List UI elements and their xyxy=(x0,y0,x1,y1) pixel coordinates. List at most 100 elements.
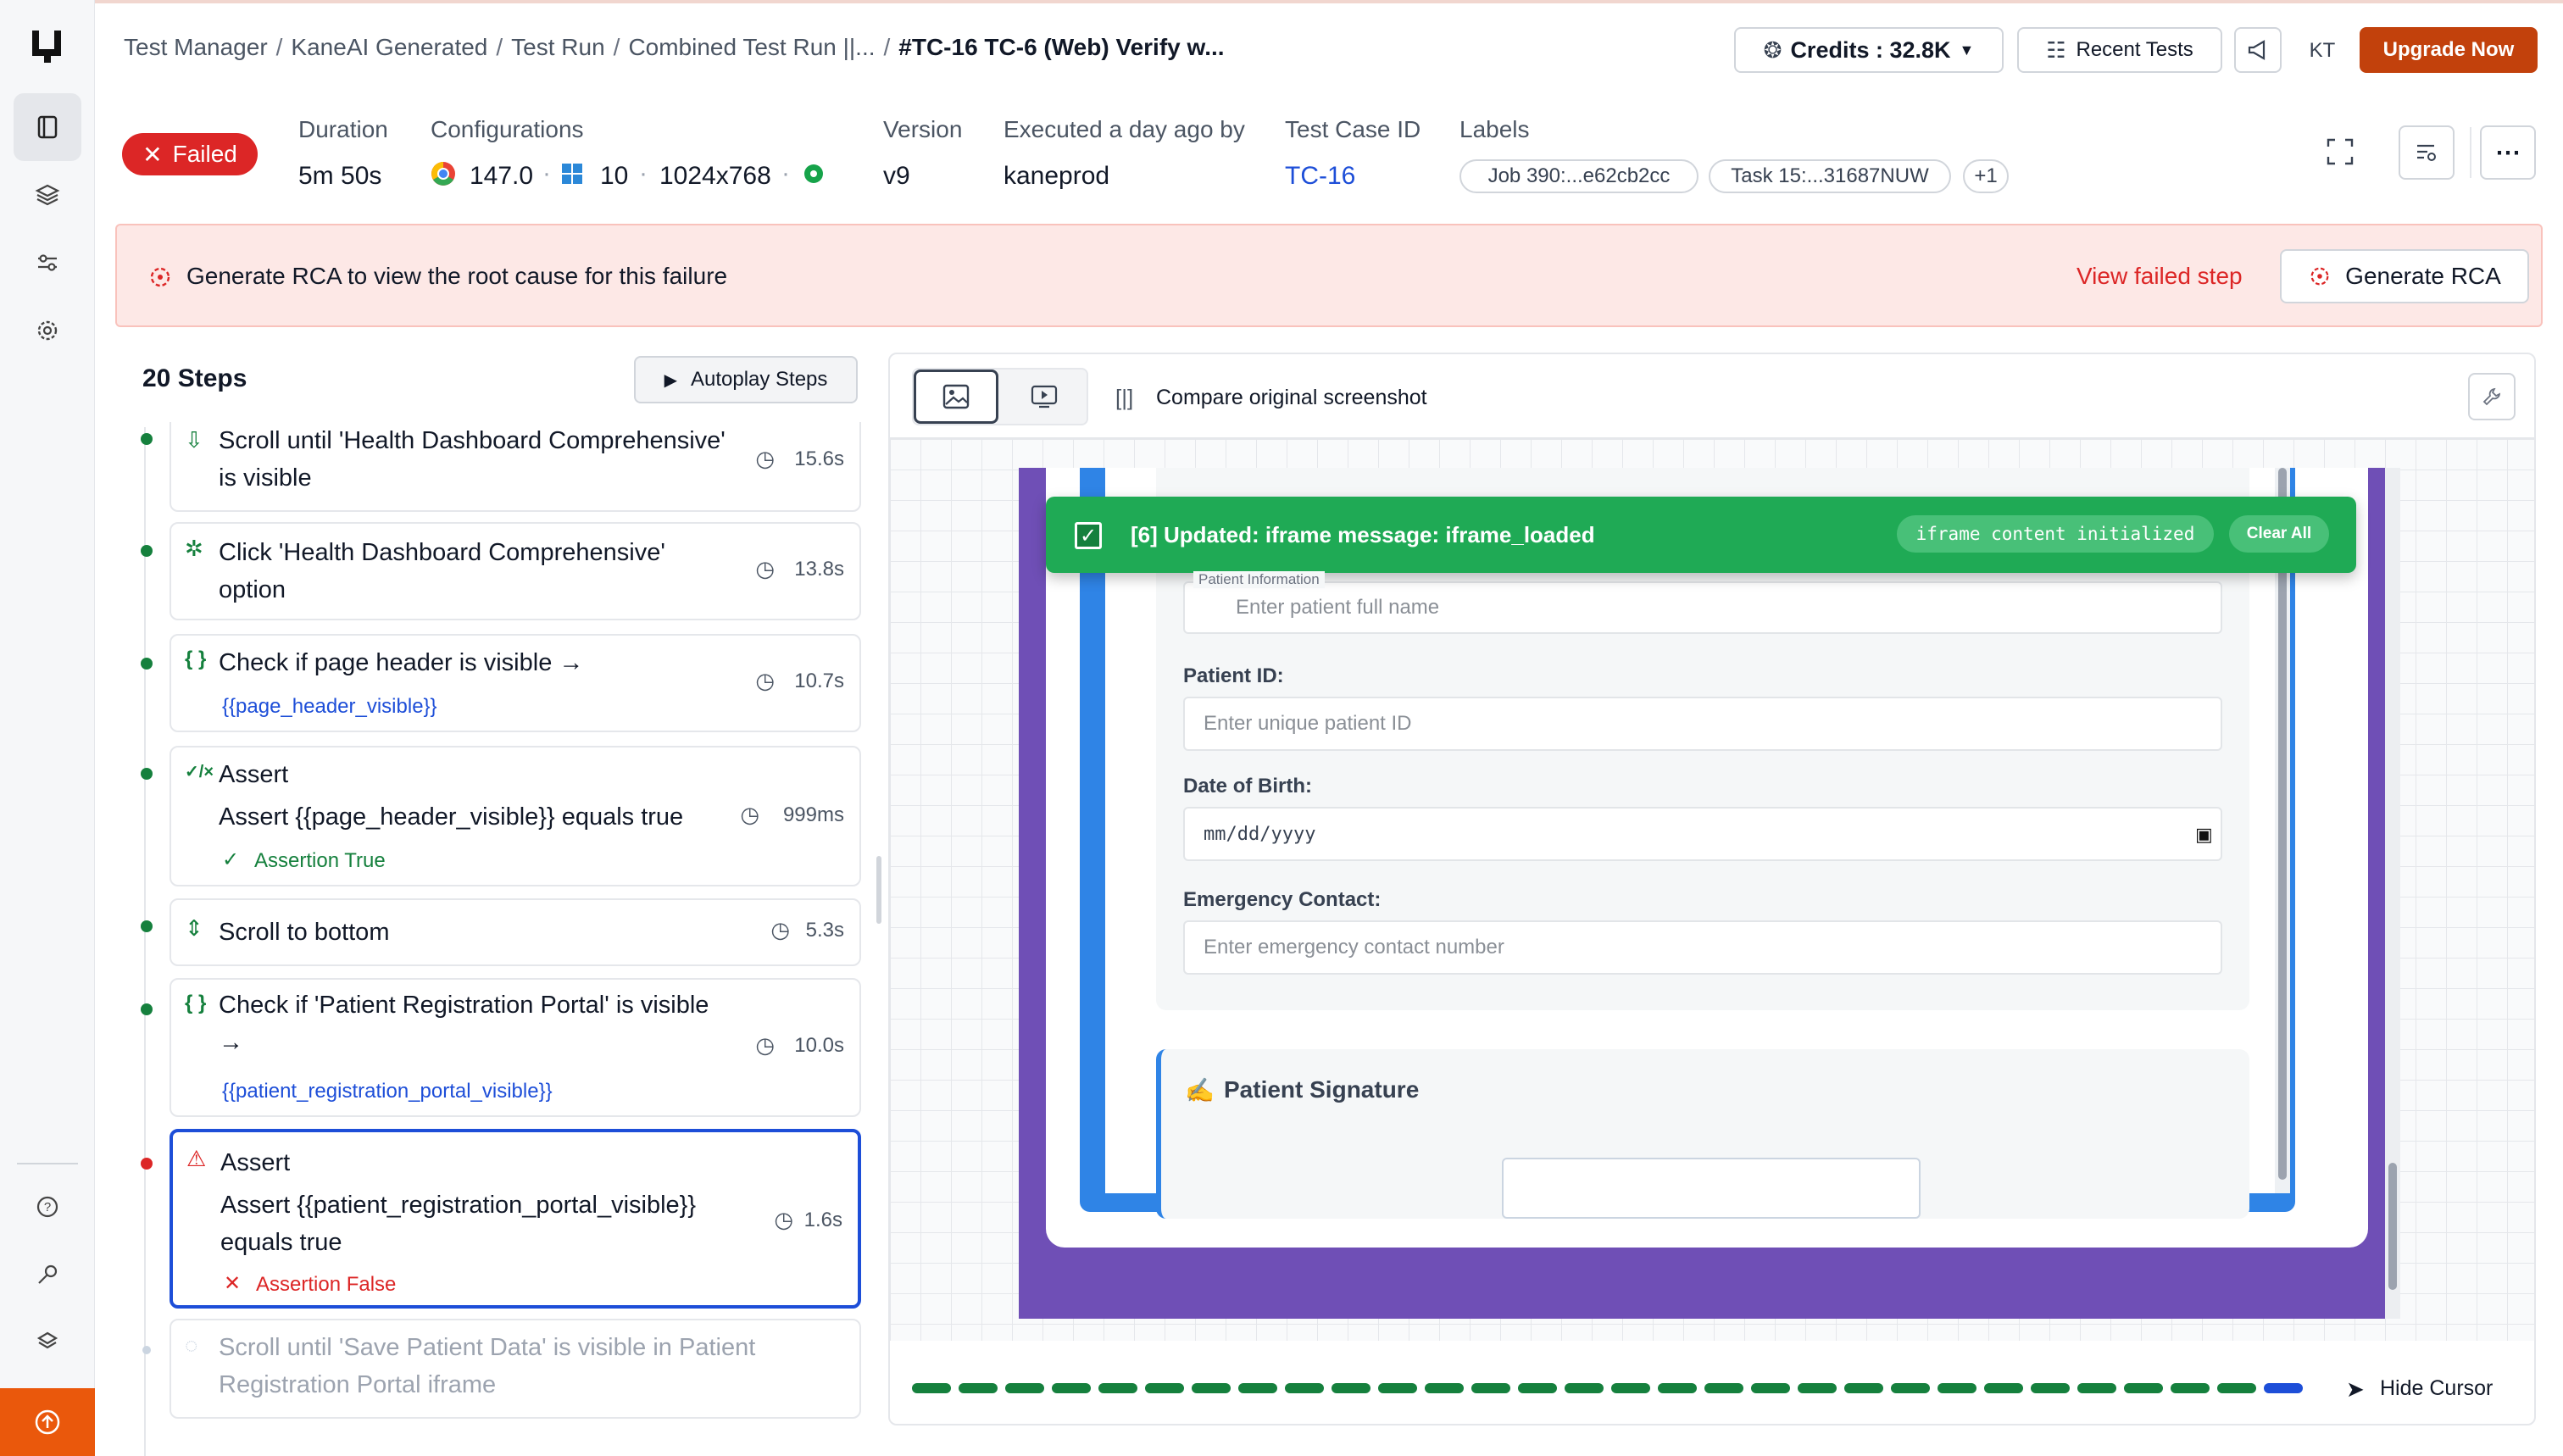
signature-pad[interactable] xyxy=(1502,1158,1921,1219)
clock-icon: ◷ xyxy=(755,556,775,581)
step-text: Scroll until 'Save Patient Data' is visi… xyxy=(219,1334,756,1398)
more-options-icon[interactable]: ⋯ xyxy=(2480,125,2536,180)
upload-icon[interactable] xyxy=(0,1388,95,1456)
chrome-icon xyxy=(431,161,455,186)
progress-segment-done[interactable] xyxy=(1052,1383,1091,1393)
upgrade-button[interactable]: Upgrade Now xyxy=(2360,27,2538,73)
progress-segment-done[interactable] xyxy=(2031,1383,2070,1393)
page-scrollbar[interactable] xyxy=(2385,468,2400,1319)
progress-segment-done[interactable] xyxy=(1332,1383,1370,1393)
progress-segment-done[interactable] xyxy=(1378,1383,1417,1393)
rca-icon xyxy=(2310,267,2329,286)
layers-icon[interactable] xyxy=(14,161,81,229)
assertion-result: Assertion True xyxy=(254,849,386,872)
fullscreen-icon[interactable] xyxy=(2326,137,2355,170)
step-item[interactable]: ✓/× Assert Assert {{page_header_visible}… xyxy=(170,746,861,886)
progress-segment-done[interactable] xyxy=(1565,1383,1604,1393)
progress-segment-done[interactable] xyxy=(1518,1383,1557,1393)
logo-icon[interactable] xyxy=(29,27,66,64)
generate-rca-button[interactable]: Generate RCA xyxy=(2280,249,2529,303)
gear-icon[interactable] xyxy=(14,297,81,364)
panel-resize-handle[interactable] xyxy=(876,856,881,924)
progress-segment-done[interactable] xyxy=(1751,1383,1790,1393)
step-item-pending[interactable]: ◌ Scroll until 'Save Patient Data' is vi… xyxy=(170,1319,861,1419)
video-view-icon[interactable] xyxy=(1002,370,1087,424)
announcement-icon[interactable] xyxy=(2234,27,2282,73)
patient-id-input[interactable]: Enter unique patient ID xyxy=(1183,697,2222,751)
progress-segment-done[interactable] xyxy=(1844,1383,1883,1393)
progress-segment-done[interactable] xyxy=(1145,1383,1184,1393)
breadcrumb-combined-run[interactable]: Combined Test Run ||... xyxy=(628,34,875,60)
screenshot-page: Patient Information Enter patient full n… xyxy=(1046,468,2368,1248)
progress-segment-done[interactable] xyxy=(2124,1383,2163,1393)
progress-segment-done[interactable] xyxy=(1192,1383,1231,1393)
progress-segment-done[interactable] xyxy=(1611,1383,1650,1393)
breadcrumb-test-manager[interactable]: Test Manager xyxy=(124,34,268,60)
clear-all-button[interactable]: Clear All xyxy=(2229,515,2329,553)
image-view-icon[interactable] xyxy=(914,370,998,424)
wrench-icon[interactable] xyxy=(2468,373,2516,420)
iframe-scrollbar[interactable] xyxy=(2275,468,2290,1193)
progress-segment-done[interactable] xyxy=(1891,1383,1930,1393)
progress-segment-done[interactable] xyxy=(1425,1383,1464,1393)
dob-input[interactable]: mm/dd/yyyy xyxy=(1183,807,2222,861)
step-item[interactable]: ⇩ Scroll until 'Health Dashboard Compreh… xyxy=(170,422,861,512)
integrations-icon[interactable] xyxy=(14,1309,81,1376)
page-scrollbar-thumb[interactable] xyxy=(2388,1163,2397,1290)
credits-button[interactable]: ❂ Credits : 32.8K ▼ xyxy=(1734,27,2004,73)
patient-name-input[interactable]: Enter patient full name xyxy=(1183,581,2222,634)
search-logs-icon[interactable] xyxy=(2399,125,2455,180)
step-item[interactable]: ⇕ Scroll to bottom ◷ 5.3s xyxy=(170,898,861,966)
warning-icon: ⚠ xyxy=(186,1146,207,1171)
step-item[interactable]: ✲ Click 'Health Dashboard Comprehensive'… xyxy=(170,522,861,620)
progress-segment-done[interactable] xyxy=(1938,1383,1976,1393)
progress-segment-done[interactable] xyxy=(912,1383,951,1393)
progress-segment-done[interactable] xyxy=(959,1383,998,1393)
view-failed-step-link[interactable]: View failed step xyxy=(2077,263,2243,290)
step-status-dot xyxy=(141,920,153,932)
progress-segment-done[interactable] xyxy=(1238,1383,1277,1393)
executed-by: kaneprod xyxy=(1004,162,1110,190)
breadcrumb-kaneai[interactable]: KaneAI Generated xyxy=(291,34,487,60)
progress-segment-done[interactable] xyxy=(1798,1383,1837,1393)
compare-screenshot-toggle[interactable]: Compare original screenshot xyxy=(1156,386,1427,410)
progress-segment-done[interactable] xyxy=(1471,1383,1510,1393)
iframe-scrollbar-thumb[interactable] xyxy=(2278,468,2287,1180)
recent-tests-button[interactable]: ☷ Recent Tests xyxy=(2017,27,2222,73)
toolbar-divider xyxy=(2470,127,2471,178)
progress-segment-current[interactable] xyxy=(2264,1383,2303,1393)
progress-segment-done[interactable] xyxy=(2077,1383,2116,1393)
step-item[interactable]: { } Check if page header is visible → {{… xyxy=(170,634,861,732)
progress-segment-done[interactable] xyxy=(2171,1383,2210,1393)
book-icon[interactable] xyxy=(14,93,81,161)
progress-segment-done[interactable] xyxy=(1098,1383,1137,1393)
help-icon[interactable]: ? xyxy=(14,1173,81,1241)
breadcrumb-separator: / xyxy=(275,34,283,60)
step-item[interactable]: { } Check if 'Patient Registration Porta… xyxy=(170,978,861,1117)
progress-segment-done[interactable] xyxy=(1658,1383,1697,1393)
breadcrumb: Test Manager / KaneAI Generated / Test Run / C… xyxy=(124,34,1225,61)
windows-icon xyxy=(561,163,583,189)
progress-segment-done[interactable] xyxy=(1285,1383,1324,1393)
progress-segment-done[interactable] xyxy=(1704,1383,1743,1393)
autoplay-button[interactable]: ▶ Autoplay Steps xyxy=(634,356,858,403)
hide-cursor-toggle[interactable]: Hide Cursor xyxy=(2380,1376,2493,1401)
avatar[interactable]: KT xyxy=(2300,34,2344,68)
step-text: Assert {{page_header_visible}} equals tr… xyxy=(219,803,684,831)
breadcrumb-test-run[interactable]: Test Run xyxy=(511,34,605,60)
signature-title: Patient Signature xyxy=(1224,1076,1420,1103)
calendar-icon[interactable]: ▣ xyxy=(2195,824,2213,846)
progress-segment-done[interactable] xyxy=(1984,1383,2023,1393)
progress-segment-done[interactable] xyxy=(2217,1383,2256,1393)
label-chip[interactable]: Task 15:...31687NUW xyxy=(1709,159,1951,193)
sliders-icon[interactable] xyxy=(14,229,81,297)
progress-segment-done[interactable] xyxy=(1005,1383,1044,1393)
iframe-container: Patient Information Enter patient full n… xyxy=(1080,468,2295,1219)
key-icon[interactable] xyxy=(14,1241,81,1309)
label-chip[interactable]: Job 390:...e62cb2cc xyxy=(1459,159,1698,193)
testcase-link[interactable]: TC-16 xyxy=(1285,162,1355,191)
step-item-failed[interactable]: ⚠ Assert Assert {{patient_registration_p… xyxy=(170,1129,861,1309)
label-more-chip[interactable]: +1 xyxy=(1963,159,2009,193)
emergency-contact-input[interactable]: Enter emergency contact number xyxy=(1183,920,2222,975)
scroll-icon: ⇕ xyxy=(185,915,203,941)
